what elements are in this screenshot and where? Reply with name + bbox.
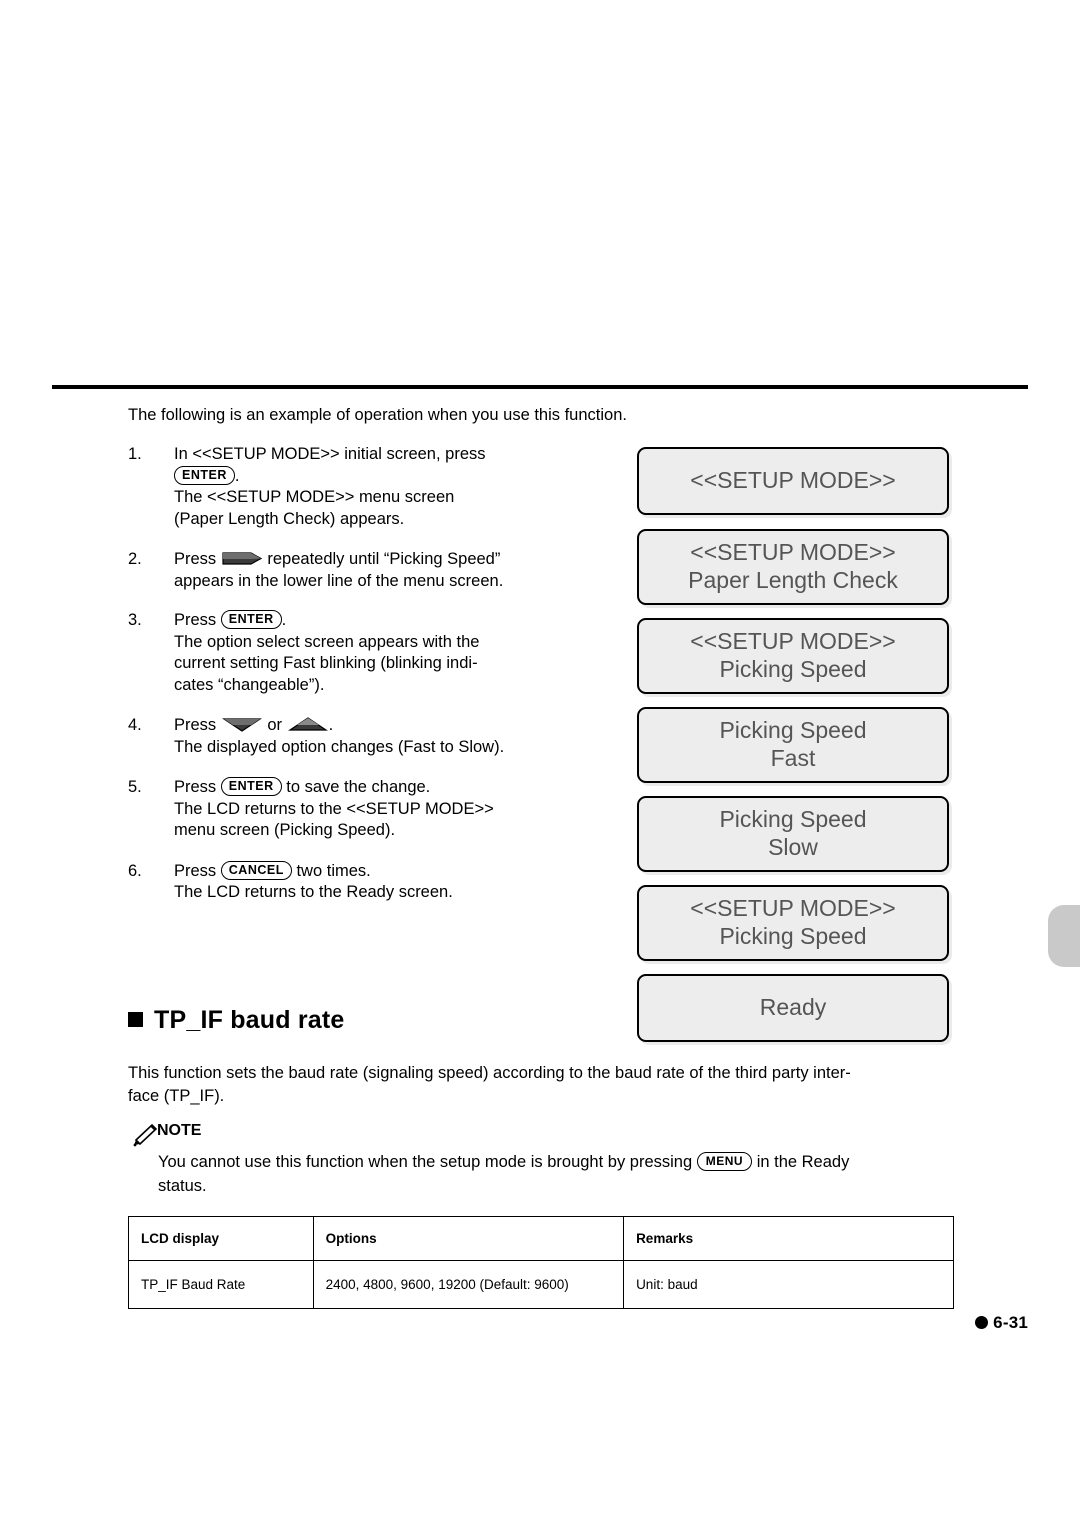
section-paragraph-line-2: face (TP_IF).: [128, 1087, 225, 1105]
step-1-line-4: (Paper Length Check) appears.: [174, 509, 405, 528]
square-bullet-icon: [128, 1012, 143, 1027]
step-1-line-3: The <<SETUP MODE>> menu screen: [174, 488, 455, 506]
step-3-post: .: [281, 611, 287, 629]
lcd-screen-1: <<SETUP MODE>>: [637, 447, 949, 515]
page-number-text: 6-31: [993, 1313, 1028, 1332]
lcd-screen-1-line1: <<SETUP MODE>>: [690, 467, 896, 493]
section-heading-text: TP_IF baud rate: [154, 1006, 345, 1034]
table-header-row: LCD display Options Remarks: [128, 1216, 954, 1261]
step-6: 6. Press CANCEL two times. The LCD retur…: [128, 860, 648, 904]
document-page: The following is an example of operation…: [0, 0, 1080, 1528]
lcd-screen-4-line2: Fast: [770, 745, 816, 771]
step-6-line-2: The LCD returns to the Ready screen.: [174, 883, 453, 901]
step-1-line-1: In <<SETUP MODE>> initial screen, press: [174, 445, 486, 463]
down-arrow-button-icon[interactable]: [221, 716, 263, 733]
table-cell-lcd-display: TP_IF Baud Rate: [128, 1260, 314, 1309]
cancel-key[interactable]: CANCEL: [220, 860, 292, 880]
steps-list: 1. In <<SETUP MODE>> initial screen, pre…: [128, 444, 648, 904]
enter-key[interactable]: ENTER: [174, 465, 235, 485]
table-cell-remarks: Unit: baud: [623, 1260, 954, 1309]
enter-key[interactable]: ENTER: [220, 610, 282, 629]
step-3-line-2: The option select screen appears with th…: [174, 632, 480, 651]
lcd-screen-5: Picking Speed Slow: [637, 796, 949, 872]
page-number-dot-icon: [975, 1316, 989, 1329]
step-4-line-2: The displayed option changes (Fast to Sl…: [174, 737, 505, 756]
lcd-screen-7: Ready: [637, 974, 949, 1042]
step-6-number: 6.: [128, 861, 142, 880]
step-6-line-1: Press CANCEL two times.: [174, 860, 648, 883]
lcd-screen-5-line2: Slow: [768, 834, 818, 860]
lcd-screen-4: Picking Speed Fast: [637, 707, 949, 783]
lcd-screen-5-line1: Picking Speed: [719, 806, 867, 832]
page-number: 6-31: [975, 1313, 1028, 1333]
lcd-screen-6-line2: Picking Speed: [719, 923, 867, 949]
table-row: TP_IF Baud Rate 2400, 4800, 9600, 19200 …: [128, 1260, 954, 1309]
step-2-line-2: appears in the lower line of the menu sc…: [174, 571, 504, 590]
note-text-line-2: status.: [158, 1177, 207, 1195]
lcd-screen-2: <<SETUP MODE>> Paper Length Check: [637, 529, 949, 605]
step-5-line-2: The LCD returns to the <<SETUP MODE>>: [174, 799, 494, 818]
step-1-line-2-tail: .: [234, 466, 240, 485]
step-4-mid: or: [267, 716, 283, 734]
table-header-options: Options: [312, 1216, 625, 1261]
step-2: 2. Press repeatedly until “Picking Speed…: [128, 549, 648, 592]
step-3-number: 3.: [128, 611, 142, 629]
lcd-screen-7-line1: Ready: [759, 994, 827, 1020]
step-2-line-1: Press repeatedly until “Picking Speed”: [174, 549, 648, 571]
step-2-post: repeatedly until “Picking Speed”: [267, 550, 501, 568]
step-1-line-2: ENTER.: [174, 465, 648, 488]
step-3-line-3: current setting Fast blinking (blinking …: [174, 654, 478, 672]
table-header-remarks: Remarks: [623, 1216, 954, 1261]
step-4-number: 4.: [128, 716, 142, 734]
right-arrow-button-icon[interactable]: [221, 550, 263, 567]
step-5: 5. Press ENTER to save the change. The L…: [128, 777, 648, 842]
lcd-screen-2-line1: <<SETUP MODE>>: [690, 539, 896, 565]
header-rule: [52, 385, 1028, 389]
step-3-line-4: cates “changeable”).: [174, 675, 325, 694]
up-arrow-button-icon[interactable]: [287, 716, 329, 733]
section-heading: TP_IF baud rate: [128, 1006, 345, 1035]
step-2-pre: Press: [174, 550, 217, 568]
page-edge-tab: [1048, 905, 1080, 967]
section-paragraph-line-1: This function sets the baud rate (signal…: [128, 1064, 851, 1082]
step-4-pre: Press: [174, 716, 217, 734]
step-5-line-3: menu screen (Picking Speed).: [174, 821, 396, 839]
step-1: 1. In <<SETUP MODE>> initial screen, pre…: [128, 444, 648, 530]
table-cell-options: 2400, 4800, 9600, 19200 (Default: 9600): [312, 1260, 625, 1309]
lcd-screen-6: <<SETUP MODE>> Picking Speed: [637, 885, 949, 961]
note-text-pre: You cannot use this function when the se…: [158, 1153, 693, 1171]
table-header-lcd-display: LCD display: [128, 1216, 314, 1261]
step-6-post: two times.: [296, 861, 371, 880]
note-label: NOTE: [157, 1122, 202, 1139]
section-paragraph: This function sets the baud rate (signal…: [128, 1062, 958, 1108]
settings-table: LCD display Options Remarks TP_IF Baud R…: [128, 1216, 954, 1309]
note-text: You cannot use this function when the se…: [158, 1150, 968, 1198]
step-3-pre: Press: [174, 611, 217, 629]
lcd-screen-6-line1: <<SETUP MODE>>: [690, 895, 896, 921]
lcd-screen-3-line2: Picking Speed: [719, 656, 867, 682]
lcd-screen-3-line1: <<SETUP MODE>>: [690, 628, 896, 654]
lcd-screens-column: <<SETUP MODE>> <<SETUP MODE>> Paper Leng…: [637, 447, 953, 1054]
step-5-number: 5.: [128, 778, 142, 796]
lcd-screen-3: <<SETUP MODE>> Picking Speed: [637, 618, 949, 694]
step-5-post: to save the change.: [286, 778, 431, 796]
step-2-number: 2.: [128, 550, 142, 568]
step-5-pre: Press: [174, 778, 217, 796]
lcd-screen-2-line2: Paper Length Check: [688, 567, 898, 593]
step-4-line-1: Press or .: [174, 715, 648, 737]
step-3: 3. Press ENTER. The option select screen…: [128, 610, 648, 696]
lcd-screen-4-line1: Picking Speed: [719, 717, 867, 743]
note-text-post: in the Ready: [756, 1153, 850, 1171]
step-4-post: .: [328, 716, 334, 734]
step-3-line-1: Press ENTER.: [174, 610, 648, 632]
step-6-pre: Press: [174, 861, 217, 880]
intro-paragraph: The following is an example of operation…: [128, 406, 627, 424]
enter-key[interactable]: ENTER: [220, 777, 282, 796]
step-1-number: 1.: [128, 445, 142, 463]
menu-key[interactable]: MENU: [696, 1152, 753, 1171]
step-5-line-1: Press ENTER to save the change.: [174, 777, 648, 799]
step-4: 4. Press or . The displayed option chang…: [128, 715, 648, 758]
